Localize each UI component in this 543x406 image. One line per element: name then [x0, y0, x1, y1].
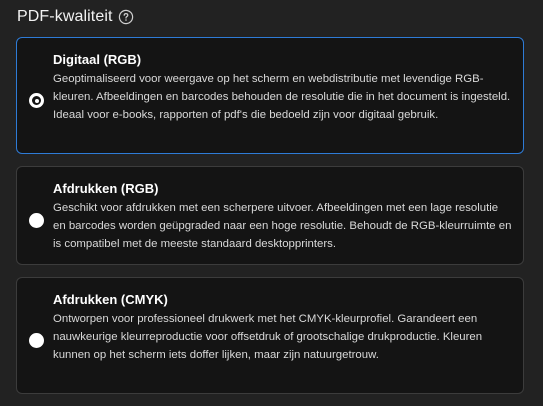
option-title: Afdrukken (RGB): [53, 181, 159, 196]
section-title: PDF-kwaliteit: [17, 8, 113, 25]
section-header: PDF-kwaliteit: [17, 6, 134, 28]
option-description: Ontworpen voor professioneel drukwerk me…: [53, 313, 483, 361]
radio-print-cmyk[interactable]: [29, 333, 44, 348]
option-title: Afdrukken (CMYK): [53, 292, 168, 307]
option-title: Digitaal (RGB): [53, 52, 142, 67]
radio-digital-rgb[interactable]: [29, 93, 44, 108]
help-icon[interactable]: [118, 9, 134, 25]
option-description: Geschikt voor afdrukken met een scherper…: [53, 202, 512, 250]
option-card-print-cmyk[interactable]: Afdrukken (CMYK) Ontworpen voor professi…: [16, 277, 524, 394]
option-card-print-rgb[interactable]: Afdrukken (RGB) Geschikt voor afdrukken …: [16, 166, 524, 265]
option-card-digital-rgb[interactable]: Digitaal (RGB) Geoptimaliseerd voor weer…: [16, 37, 524, 154]
option-description: Geoptimaliseerd voor weergave op het sch…: [53, 73, 511, 121]
radio-print-rgb[interactable]: [29, 213, 44, 228]
